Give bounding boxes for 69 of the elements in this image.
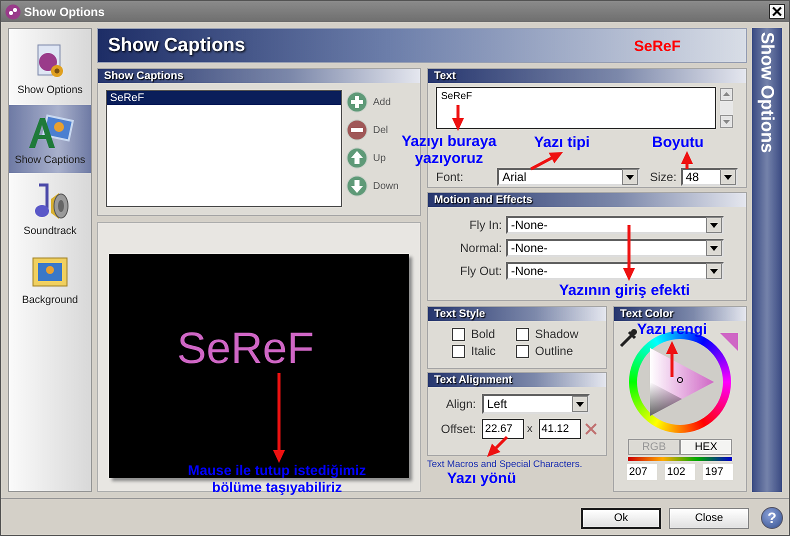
panel-header: Motion and Effects xyxy=(428,193,746,207)
annotation-text: SeReF xyxy=(634,38,682,55)
side-tab-label: Show Options xyxy=(756,32,778,153)
color-value-field[interactable]: 197 xyxy=(703,464,733,480)
separator-text: x xyxy=(527,423,532,435)
align-label: Align: xyxy=(444,397,476,411)
align-dropdown[interactable]: Left xyxy=(482,394,590,414)
style-checkbox[interactable]: Bold xyxy=(452,327,516,341)
annotation-arrow xyxy=(681,151,693,169)
sidebar-item[interactable]: Soundtrack xyxy=(9,175,91,243)
scrollbar[interactable] xyxy=(720,88,733,128)
effect-dropdown[interactable]: -None- xyxy=(506,216,724,234)
dialog-button[interactable]: Ok xyxy=(581,508,661,528)
color-value-field[interactable]: 207 xyxy=(627,464,657,480)
caption-action-button[interactable]: Del xyxy=(346,118,399,142)
app-icon xyxy=(5,4,21,20)
minus-icon xyxy=(346,119,368,141)
color-mode-tab[interactable]: HEX xyxy=(680,439,732,455)
eyedropper-icon[interactable] xyxy=(618,327,638,349)
scroll-up-icon[interactable] xyxy=(720,88,733,101)
caption-list-item[interactable]: SeReF xyxy=(107,91,341,105)
panel-header: Text Style xyxy=(428,307,606,321)
style-checkbox[interactable]: Italic xyxy=(452,344,516,358)
annotation-arrow xyxy=(487,436,508,457)
annotation-text: Mause ile tutup istediğimiz bölüme taşıyabiliriz xyxy=(186,462,368,496)
color-value-field[interactable]: 102 xyxy=(665,464,695,480)
size-dropdown[interactable]: 48 xyxy=(680,168,738,186)
page-title: Show Captions xyxy=(108,34,246,56)
dialog-button[interactable]: Close xyxy=(669,508,749,528)
effect-label: Normal: xyxy=(460,241,502,255)
offset-x-field[interactable]: 22.67 xyxy=(482,419,524,439)
effect-label: Fly Out: xyxy=(460,264,502,278)
sidebar-item[interactable]: Show Options xyxy=(9,35,91,103)
effect-dropdown[interactable]: -None- xyxy=(506,262,724,280)
offset-label: Offset: xyxy=(440,422,476,436)
plus-icon xyxy=(346,91,368,113)
annotation-arrow xyxy=(623,225,635,281)
sidebar-item[interactable]: Show Captions xyxy=(9,105,91,173)
font-label: Font: xyxy=(436,170,464,184)
annotation-text: Yazıyı buraya yazıyoruz xyxy=(400,133,498,167)
scroll-down-icon[interactable] xyxy=(720,115,733,128)
caption-action-button[interactable]: Down xyxy=(346,174,399,198)
captions-list[interactable]: SeReF xyxy=(106,90,342,207)
effect-label: Fly In: xyxy=(469,218,502,232)
panel-header: Text xyxy=(428,69,746,83)
annotation-text: Yazı yönü xyxy=(447,470,516,487)
annotation-text: Yazı tipi xyxy=(534,134,590,151)
annotation-arrow xyxy=(530,152,563,170)
sidebar-item[interactable]: Background xyxy=(9,245,91,313)
annotation-arrow xyxy=(666,341,678,377)
annotation-arrow xyxy=(452,105,464,131)
panel-header: Text Color xyxy=(614,307,746,321)
clear-icon[interactable] xyxy=(584,422,598,436)
annotation-text: Boyutu xyxy=(652,134,704,151)
font-dropdown[interactable]: Arial xyxy=(497,168,640,186)
panel-header: Show Captions xyxy=(98,69,420,83)
effect-dropdown[interactable]: -None- xyxy=(506,239,724,257)
style-checkbox[interactable]: Shadow xyxy=(516,327,596,341)
caption-preview-text[interactable]: SeReF xyxy=(177,324,314,374)
window-title: Show Options xyxy=(24,4,106,18)
caption-action-button[interactable]: Add xyxy=(346,90,399,114)
close-icon[interactable] xyxy=(769,4,785,19)
offset-y-field[interactable]: 41.12 xyxy=(538,419,580,439)
size-label: Size: xyxy=(650,170,677,184)
panel-header: Text Alignment xyxy=(428,373,606,387)
macros-link[interactable]: Text Macros and Special Characters. xyxy=(427,459,607,470)
annotation-text: Yazının giriş efekti xyxy=(559,282,690,299)
caption-action-button[interactable]: Up xyxy=(346,146,399,170)
style-checkbox[interactable]: Outline xyxy=(516,344,596,358)
